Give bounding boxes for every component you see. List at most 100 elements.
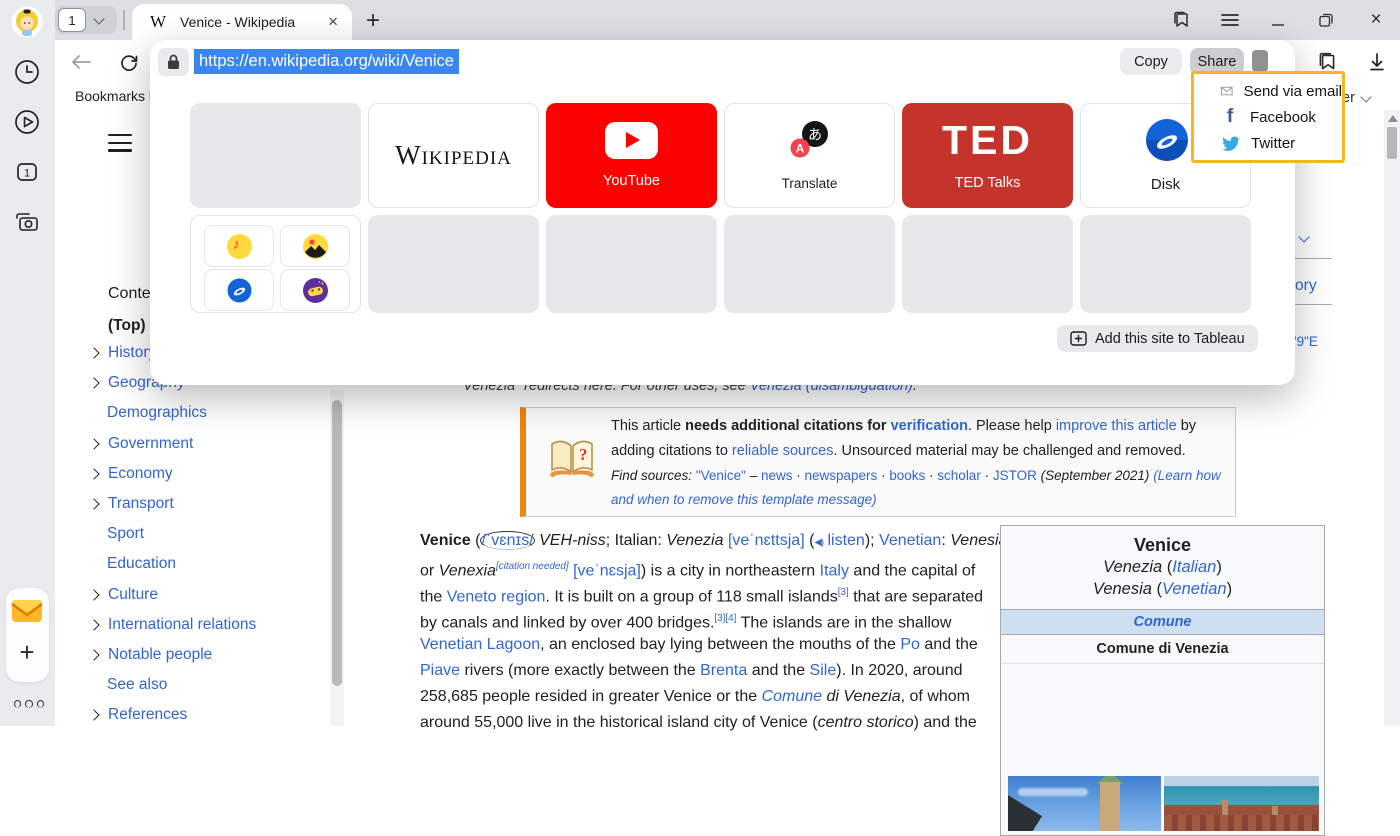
tab-close-icon[interactable]: ×	[328, 12, 338, 32]
text-segment[interactable]: Italian	[1172, 558, 1216, 576]
toc-item-government[interactable]: Government	[90, 429, 350, 459]
chevron-expand-icon[interactable]	[88, 468, 99, 479]
toc-link[interactable]: Economy	[108, 465, 173, 483]
active-tab[interactable]: W Venice - Wikipedia ×	[132, 4, 352, 40]
text-segment[interactable]: Italy	[820, 562, 849, 579]
tableau-tile-folder[interactable]: ♪	[190, 215, 361, 313]
bookmark-ribbon-icon[interactable]	[1252, 50, 1268, 72]
text-segment[interactable]: listen	[827, 532, 864, 549]
toc-link[interactable]: History	[108, 344, 156, 362]
toc-link[interactable]: Culture	[108, 586, 158, 604]
text-segment[interactable]: Venetian	[1162, 580, 1227, 598]
share-menu-item-email[interactable]: Send via email	[1194, 78, 1342, 104]
text-segment[interactable]: reliable sources	[732, 443, 834, 459]
chevron-expand-icon[interactable]	[88, 498, 99, 509]
text-segment[interactable]: JSTOR	[993, 468, 1037, 483]
back-button[interactable]	[69, 50, 93, 74]
downloads-button[interactable]	[1365, 50, 1389, 74]
tabs-button[interactable]: 1	[11, 156, 43, 188]
toc-link[interactable]: Transport	[108, 495, 174, 513]
text-segment[interactable]: Piave	[420, 662, 460, 679]
folder-app-games[interactable]	[280, 269, 350, 311]
tableau-tile-wikipedia[interactable]: Wikipedia	[368, 103, 539, 208]
tableau-tile-empty[interactable]	[902, 215, 1073, 313]
chevron-expand-icon[interactable]	[88, 619, 99, 630]
text-segment[interactable]: ◀)	[814, 537, 823, 548]
page-scrollbar-thumb[interactable]	[1387, 127, 1397, 159]
text-segment[interactable]: [veˈnɛttsja]	[728, 532, 805, 549]
tableau-tile-translate[interactable]: あ A Translate	[724, 103, 895, 208]
text-segment[interactable]: Venetian Lagoon	[420, 636, 540, 653]
text-segment[interactable]: news	[761, 468, 793, 483]
toc-link[interactable]: International relations	[108, 616, 256, 634]
share-menu-item-facebook[interactable]: f Facebook	[1194, 104, 1342, 130]
text-segment[interactable]: Comune	[762, 688, 822, 705]
page-menu-button[interactable]	[108, 134, 132, 157]
tableau-tile-ted[interactable]: TED TED Talks	[902, 103, 1073, 208]
bookmarks-bar-folder[interactable]: er	[1342, 90, 1370, 106]
toc-item-references[interactable]: References	[90, 700, 350, 730]
new-tab-button[interactable]: +	[366, 7, 380, 35]
chevron-expand-icon[interactable]	[88, 649, 99, 660]
text-segment[interactable]: [veˈnɛsja]	[573, 562, 641, 579]
sidebar-more-button[interactable]	[14, 700, 44, 708]
tableau-tile-empty[interactable]	[190, 103, 361, 208]
site-security-button[interactable]	[158, 48, 189, 76]
tableau-tile-empty[interactable]	[546, 215, 717, 313]
minimize-button[interactable]	[1266, 8, 1290, 32]
tableau-tile-empty[interactable]	[368, 215, 539, 313]
toc-item-demographics[interactable]: Demographics	[90, 398, 350, 428]
text-segment[interactable]: improve this article	[1056, 418, 1177, 434]
toc-link[interactable]: Government	[108, 435, 193, 453]
folder-app-images[interactable]	[280, 225, 350, 267]
text-segment[interactable]: scholar	[937, 468, 981, 483]
text-segment[interactable]: Venetian	[879, 532, 941, 549]
avatar[interactable]	[11, 6, 43, 38]
text-segment[interactable]: "Venice"	[696, 468, 746, 483]
screenshot-button[interactable]	[11, 206, 43, 238]
page-scrollbar-track[interactable]	[1384, 110, 1400, 726]
toc-item-notable-people[interactable]: Notable people	[90, 640, 350, 670]
tab-counter-control[interactable]: 1	[55, 6, 117, 34]
text-segment[interactable]: Po	[900, 636, 920, 653]
text-segment[interactable]: (Learn how	[1153, 468, 1221, 483]
infobox-comune-band[interactable]: Comune	[1001, 609, 1324, 635]
folder-app-music[interactable]: ♪	[204, 225, 274, 267]
toc-link[interactable]: Sport	[107, 525, 144, 543]
toc-link[interactable]: References	[108, 706, 187, 724]
text-segment[interactable]: verification	[891, 418, 968, 434]
text-segment[interactable]: Brenta	[700, 662, 747, 679]
chevron-expand-icon[interactable]	[88, 347, 99, 358]
toc-item-transport[interactable]: Transport	[90, 489, 350, 519]
text-segment[interactable]: Veneto region	[447, 588, 546, 605]
toc-item-culture[interactable]: Culture	[90, 580, 350, 610]
chevron-expand-icon[interactable]	[88, 378, 99, 389]
reload-button[interactable]	[117, 50, 141, 74]
text-segment[interactable]: books	[889, 468, 925, 483]
toc-item-see-also[interactable]: See also	[90, 670, 350, 700]
copy-url-button[interactable]: Copy	[1120, 48, 1182, 75]
text-segment[interactable]: Sile	[810, 662, 837, 679]
tableau-tile-youtube[interactable]: YouTube	[546, 103, 717, 208]
text-segment[interactable]: newspapers	[804, 468, 877, 483]
toc-item-sport[interactable]: Sport	[90, 519, 350, 549]
chevron-expand-icon[interactable]	[88, 589, 99, 600]
browser-menu-button[interactable]	[1218, 8, 1242, 32]
text-segment[interactable]: and when to remove this template message…	[611, 492, 877, 507]
bookmarks-panel-button[interactable]	[1169, 8, 1193, 32]
chevron-expand-icon[interactable]	[88, 710, 99, 721]
toc-item-economy[interactable]: Economy	[90, 459, 350, 489]
toc-item-top[interactable]: (Top)	[108, 317, 146, 335]
address-url-selected[interactable]: https://en.wikipedia.org/wiki/Venice	[194, 49, 459, 74]
text-segment[interactable]: /ˈvɛnɪs/	[480, 531, 534, 550]
toc-link[interactable]: Demographics	[107, 404, 207, 422]
text-segment[interactable]: [3]	[838, 587, 849, 598]
sidebar-add-button[interactable]: +	[11, 636, 43, 668]
toc-item-education[interactable]: Education	[90, 549, 350, 579]
campanile-photo[interactable]	[1008, 776, 1161, 831]
add-site-to-tableau-button[interactable]: Add this site to Tableau	[1057, 325, 1258, 352]
scrollbar-up-arrow-icon[interactable]	[1388, 115, 1398, 122]
folder-app-disk[interactable]	[204, 269, 274, 311]
toc-link[interactable]: Notable people	[108, 646, 212, 664]
history-button[interactable]	[11, 56, 43, 88]
